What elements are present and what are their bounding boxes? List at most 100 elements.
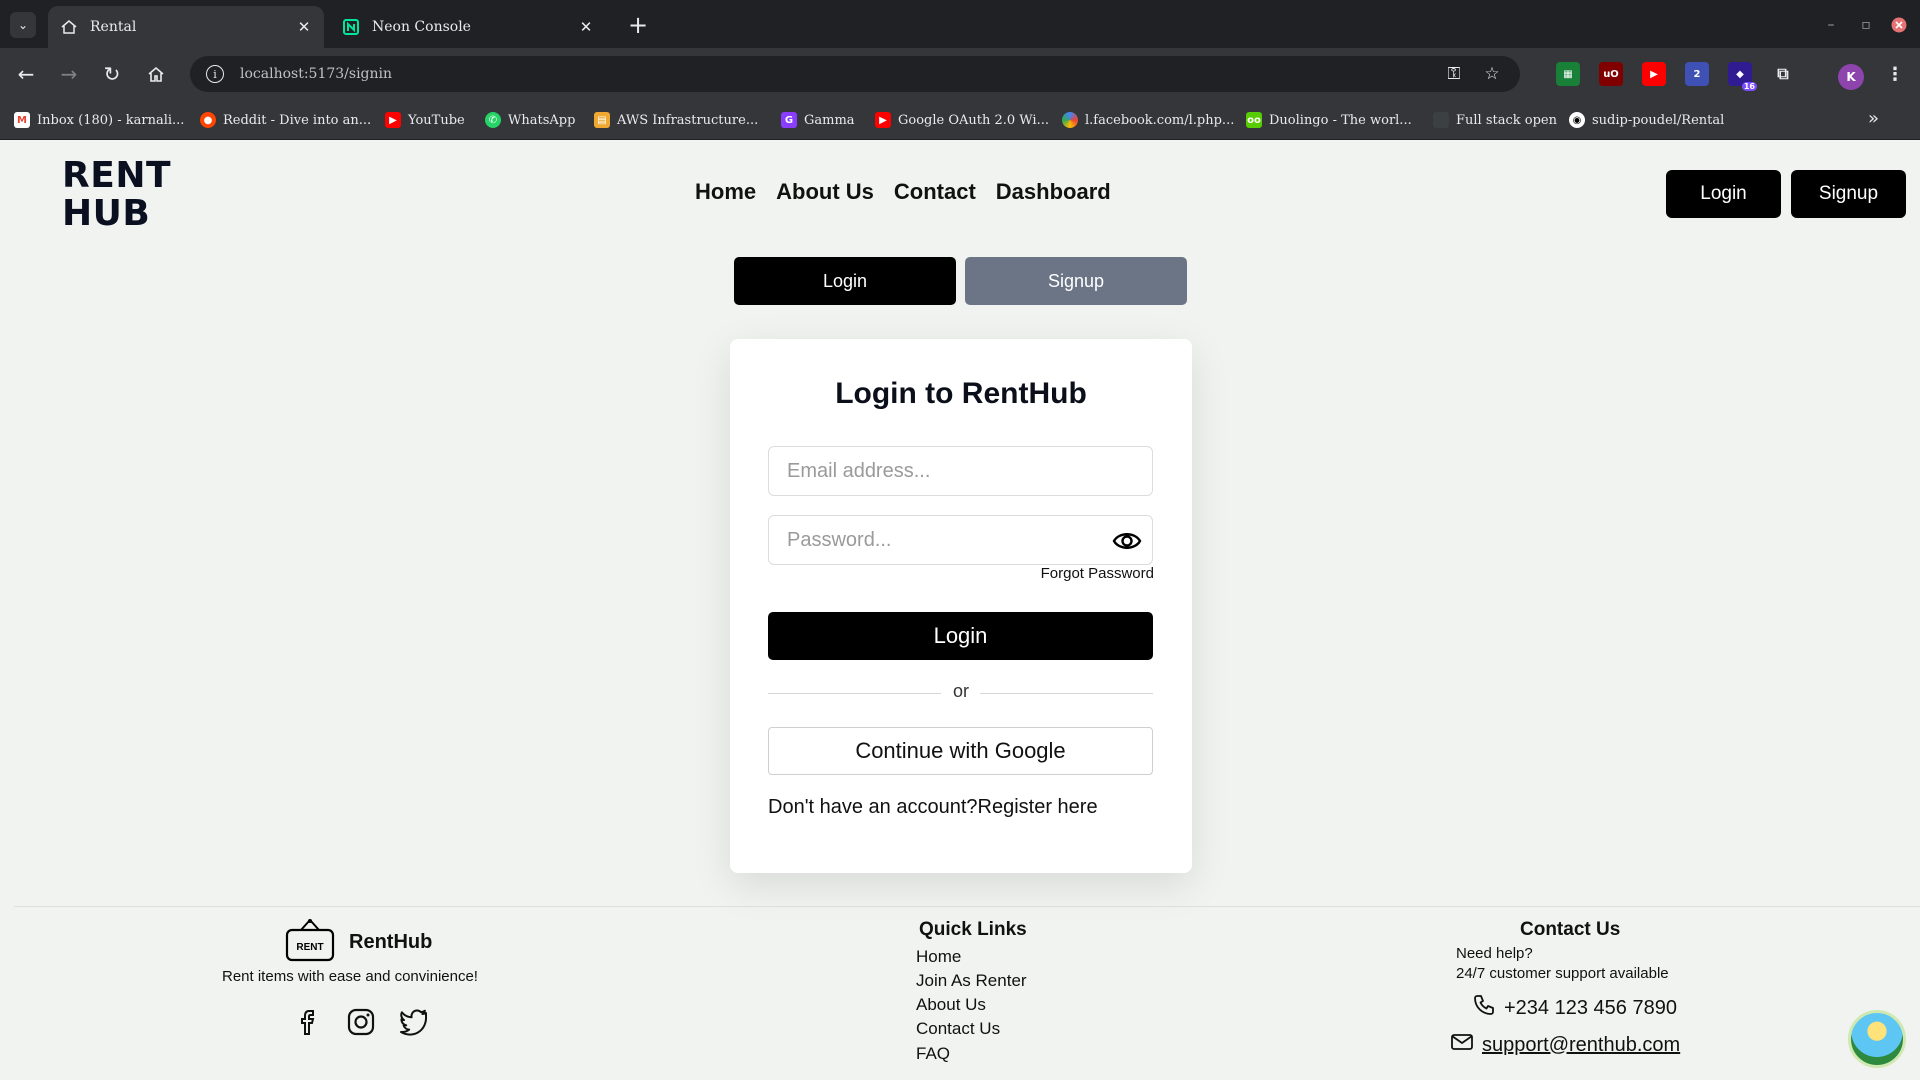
renthub-logo[interactable]: RENT HUB [62,157,171,233]
bookmark-item[interactable]: l.facebook.com/l.php... [1062,110,1234,130]
bookmarks-bar: M Inbox (180) - karnali... ● Reddit - Di… [0,100,1920,140]
footer-link-faq[interactable]: FAQ [916,1044,950,1064]
reddit-icon: ● [200,112,216,128]
twitter-icon[interactable] [399,1007,429,1037]
profile-avatar[interactable]: K [1838,64,1864,90]
contact-email[interactable]: support@renthub.com [1450,1032,1680,1058]
facebook-icon[interactable] [294,1007,324,1037]
show-password-eye-icon[interactable] [1112,527,1142,555]
bookmark-item[interactable]: ▶ YouTube [385,110,465,130]
gmail-icon: M [14,112,30,128]
password-key-icon[interactable]: ⚿ [1442,62,1466,86]
youtube-icon: ▶ [385,112,401,128]
header-login-button[interactable]: Login [1666,170,1781,218]
switch-signup-button[interactable]: Signup [965,257,1187,305]
bookmarks-overflow-chevron-icon[interactable]: » [1868,108,1879,129]
address-bar[interactable]: i localhost:5173/signin ⚿ ☆ [190,56,1520,92]
github-icon: ◉ [1569,112,1585,128]
pinwheel-icon [1062,112,1078,128]
minimize-icon[interactable]: – [1818,12,1844,38]
email-field[interactable]: Email address... [768,446,1153,496]
login-card: Login to RentHub Email address... Passwo… [730,339,1192,873]
ublock-extension-icon[interactable]: uO [1599,62,1623,86]
bookmark-item[interactable]: ● Reddit - Dive into an... [200,110,371,130]
bookmark-label: sudip-poudel/Rental [1592,112,1725,128]
bookmark-label: Gamma [804,112,855,128]
bookmark-item[interactable]: M Inbox (180) - karnali... [14,110,184,130]
bookmark-label: Google OAuth 2.0 Wi... [898,112,1049,128]
forgot-password-link[interactable]: Forgot Password [1041,563,1154,582]
bookmark-item[interactable]: ◉ sudip-poudel/Rental [1569,110,1724,130]
nav-dashboard[interactable]: Dashboard [996,179,1111,205]
bookmark-label: Reddit - Dive into an... [223,112,372,128]
reload-icon[interactable]: ↻ [98,60,126,88]
password-field[interactable]: Password... [768,515,1153,565]
footer-link-join-as-renter[interactable]: Join As Renter [916,971,1027,991]
bookmark-item[interactable]: ▶ Google OAuth 2.0 Wi... [875,110,1049,130]
close-tab-icon[interactable]: ✕ [296,18,312,36]
bookmark-item[interactable]: Full stack open [1433,110,1557,130]
phone-icon [1472,993,1496,1023]
or-separator: or [952,681,969,701]
continue-with-google-button[interactable]: Continue with Google [768,727,1153,775]
rent-sign-icon: RENT [285,918,335,966]
youtube-extension-icon[interactable]: ▶ [1642,62,1666,86]
bookmark-item[interactable]: ▤ AWS Infrastructure... [594,110,758,130]
calendar-extension-icon[interactable]: 2 [1685,62,1709,86]
tab-title: Rental [90,19,137,35]
nav-about-us[interactable]: About Us [776,179,874,205]
aws-icon: ▤ [594,112,610,128]
switch-login-button[interactable]: Login [734,257,956,305]
login-submit-button[interactable]: Login [768,612,1153,660]
bookmark-item[interactable]: G Gamma [781,110,855,130]
bookmark-label: Duolingo - The worl... [1269,112,1412,128]
footer-link-about-us[interactable]: About Us [916,995,986,1015]
youtube-icon: ▶ [875,112,891,128]
nav-contact[interactable]: Contact [894,179,976,205]
tab-rental[interactable]: Rental ✕ [48,6,324,48]
footer-link-contact-us[interactable]: Contact Us [916,1019,1000,1039]
logo-line-2: HUB [62,193,151,234]
contact-phone[interactable]: +234 123 456 7890 [1472,993,1677,1023]
house-icon [60,18,78,36]
new-tab-plus-icon[interactable]: + [625,11,651,39]
footer-brand-name: RentHub [349,930,433,953]
bookmark-item[interactable]: oo Duolingo - The worl... [1246,110,1412,130]
register-link[interactable]: Register here [978,796,1098,818]
quick-links-heading: Quick Links [919,919,1027,940]
home-icon[interactable] [142,60,170,88]
bookmark-item[interactable]: ✆ WhatsApp [485,110,575,130]
logo-line-1: RENT [62,155,171,196]
page-icon [1433,112,1449,128]
register-prompt: Don't have an account?Register here [768,796,1098,819]
neon-icon [342,18,360,36]
header-signup-button[interactable]: Signup [1791,170,1906,218]
rent-sign-text: RENT [296,942,323,953]
email-address: support@renthub.com [1482,1033,1681,1056]
restore-icon[interactable]: ▫ [1853,12,1879,38]
window-close-icon[interactable] [1886,12,1912,38]
tab-search-chevron-icon[interactable]: ⌄ [10,12,36,38]
close-tab-icon[interactable]: ✕ [578,18,594,36]
instagram-icon[interactable] [346,1007,376,1037]
mail-icon [1450,1032,1474,1058]
footer-divider [14,906,1920,907]
back-arrow-icon[interactable]: ← [12,60,40,88]
bookmark-label: WhatsApp [508,112,576,128]
nav-home[interactable]: Home [695,179,756,205]
login-title: Login to RentHub [835,377,1087,410]
notification-extension-icon[interactable]: ◆ 16 [1728,62,1757,91]
extensions-puzzle-icon[interactable]: ⧉ [1771,62,1795,86]
bookmark-label: Inbox (180) - karnali... [37,112,185,128]
sheets-extension-icon[interactable]: ▦ [1556,62,1580,86]
tab-neon-console[interactable]: Neon Console ✕ [330,6,606,48]
site-info-icon[interactable]: i [206,65,224,83]
url-text: localhost:5173/signin [240,66,393,82]
forward-arrow-icon[interactable]: → [55,60,83,88]
bookmark-star-icon[interactable]: ☆ [1480,62,1504,86]
floating-beach-avatar[interactable] [1848,1010,1906,1068]
footer-tagline: Rent items with ease and convinience! [222,968,478,985]
page: RENT HUB Home About Us Contact Dashboard… [0,141,1920,1080]
menu-kebab-icon[interactable]: ⋮ [1883,62,1907,86]
footer-link-home[interactable]: Home [916,947,961,967]
